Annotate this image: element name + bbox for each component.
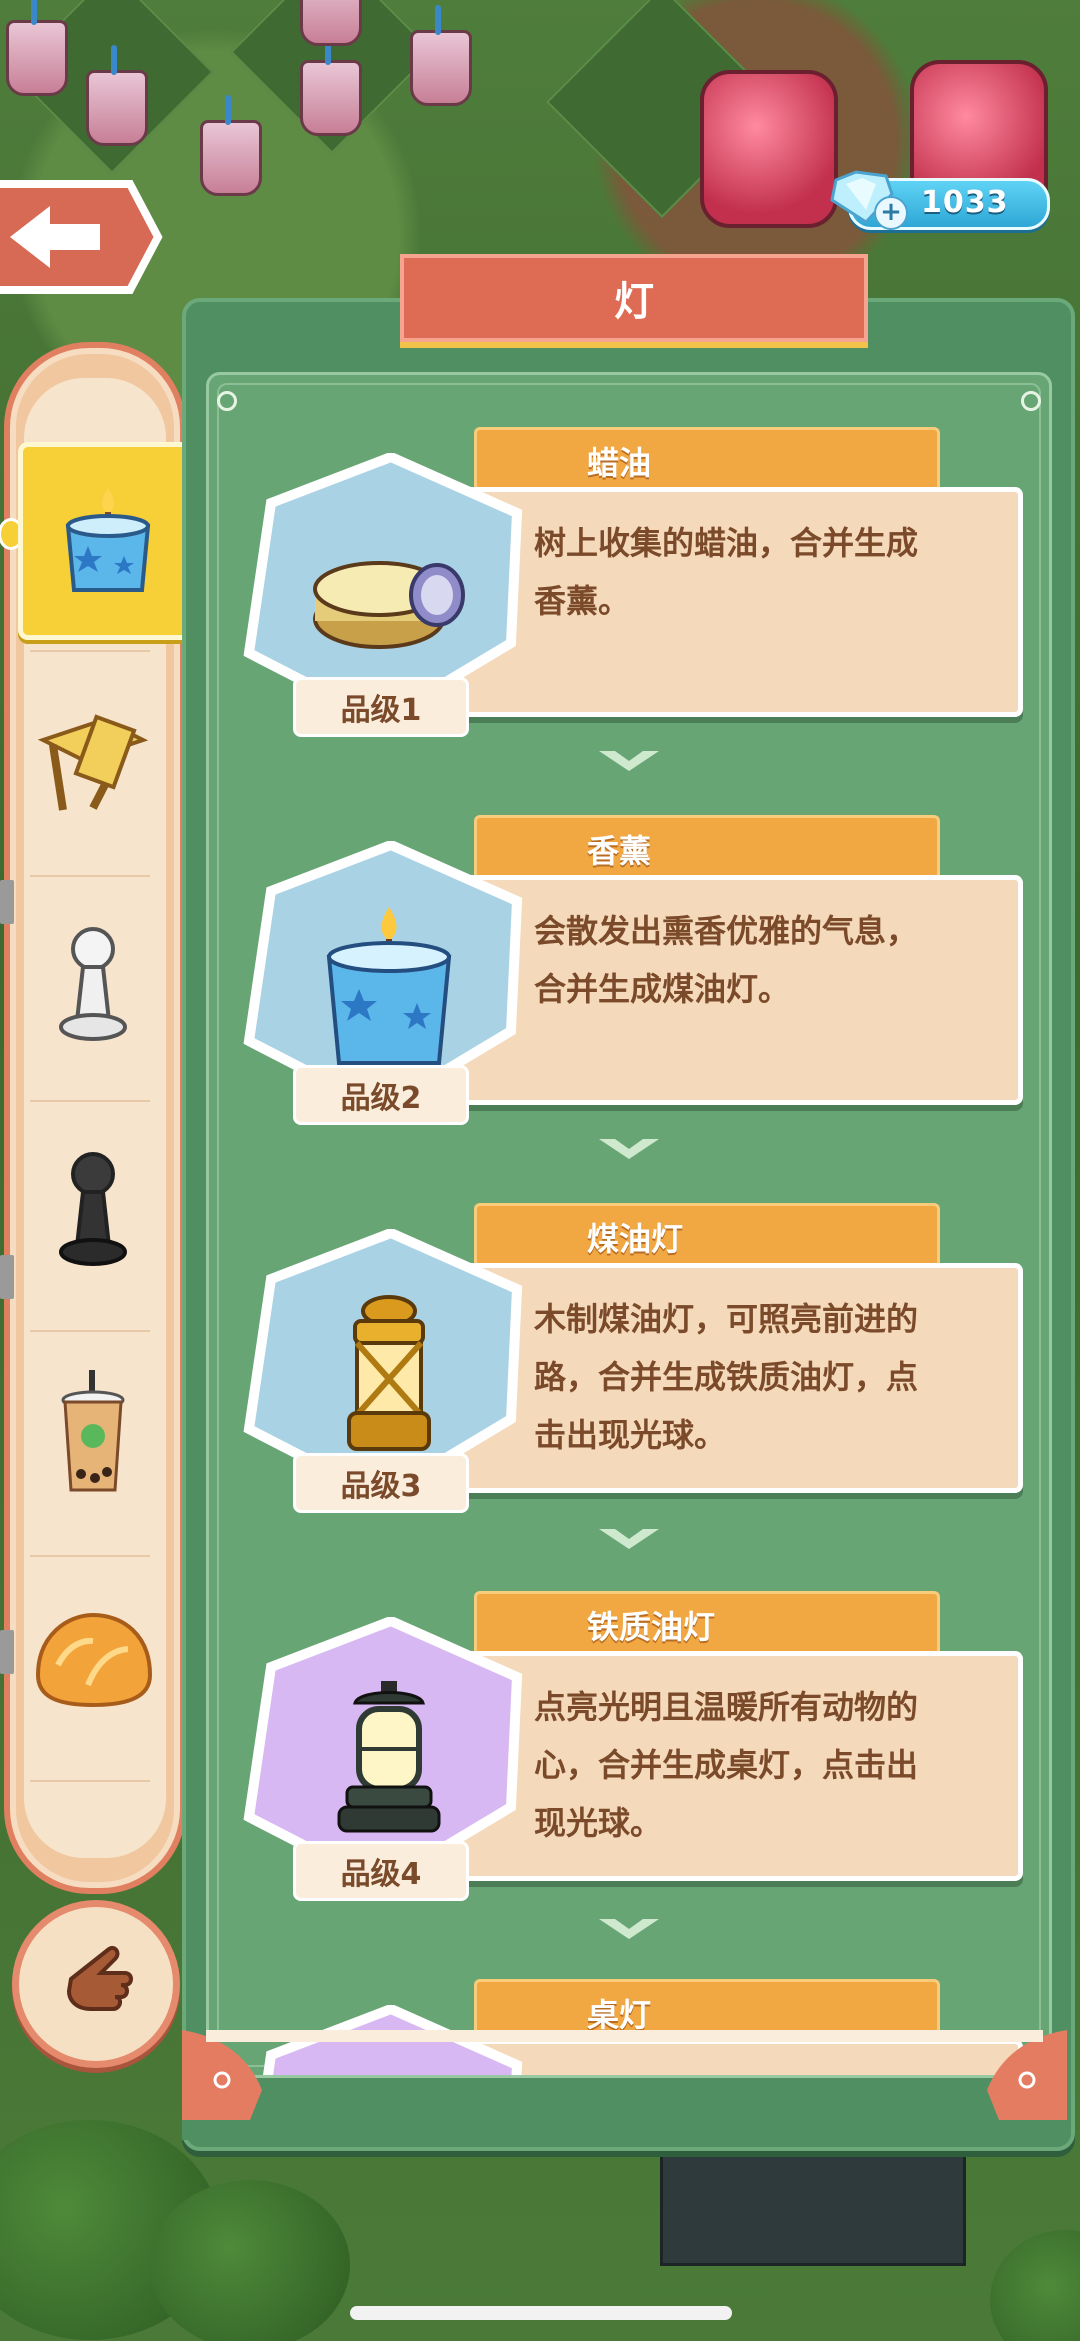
rail-clip	[0, 880, 14, 924]
bush-decoration	[990, 2230, 1080, 2341]
bubble-tea-decoration	[300, 35, 362, 136]
rail-divider	[30, 1780, 150, 1782]
home-indicator[interactable]	[350, 2306, 732, 2320]
bubble-tea-decoration	[300, 0, 362, 46]
rail-item-candle[interactable]	[18, 442, 198, 640]
black-pawn-icon	[59, 1152, 127, 1266]
list-item[interactable]: 蜡油 树上收集的蜡油，合并生成香薰。 品级1	[209, 375, 1049, 760]
hand-button[interactable]	[12, 1900, 180, 2068]
wax-jar-icon	[313, 561, 465, 649]
rail-clip	[0, 1255, 14, 1299]
rail-divider	[30, 650, 150, 652]
panel-title: 灯	[400, 254, 868, 342]
rail-item-black-pawn[interactable]	[18, 1110, 168, 1310]
rail-item-chair[interactable]	[18, 660, 168, 860]
item-name: 蜡油	[587, 444, 652, 482]
item-description: 点亮光明且温暖所有动物的心，合并生成桌灯，点击出现光球。	[534, 1688, 919, 1842]
item-grade: 品级3	[293, 1453, 469, 1513]
bush-decoration	[150, 2180, 350, 2341]
rail-divider	[30, 1100, 150, 1102]
bubble-tea-decoration	[410, 5, 472, 106]
item-description: 会散发出熏香优雅的气息，合并生成煤油灯。	[534, 912, 919, 1008]
list-item[interactable]: 铁质油灯 点亮光明且温暖所有动物的心，合并生成桌灯，点击出现光球。 品级4	[209, 1539, 1049, 1924]
rail-item-white-pawn[interactable]	[18, 885, 168, 1085]
bubble-tea-decoration	[86, 45, 148, 146]
bubble-tea-decoration	[6, 0, 68, 96]
rail-divider	[30, 1555, 150, 1557]
rail-item-bread[interactable]	[18, 1560, 168, 1760]
item-description: 树上收集的蜡油，合并生成香薰。	[534, 524, 919, 620]
item-name: 铁质油灯	[587, 1608, 716, 1646]
rail-divider	[30, 875, 150, 877]
rail-divider	[30, 1330, 150, 1332]
bread-icon	[35, 1612, 153, 1708]
back-button[interactable]	[0, 178, 165, 296]
oil-lamp-icon	[347, 1295, 431, 1451]
bubble-tea-icon	[61, 1370, 125, 1492]
item-grade: 品级2	[293, 1065, 469, 1125]
list-item[interactable]: 香薰 会散发出熏香优雅的气息，合并生成煤油灯。 品级2	[209, 763, 1049, 1148]
candle-icon	[65, 488, 151, 592]
item-grade: 品级1	[293, 677, 469, 737]
aroma-candle-icon	[326, 907, 452, 1065]
item-description: 木制煤油灯，可照亮前进的路，合并生成铁质油灯，点击出现光球。	[534, 1300, 919, 1454]
item-grade: 品级4	[293, 1841, 469, 1901]
add-gems-button[interactable]: +	[874, 196, 908, 230]
panel-bottom-edge	[182, 2030, 1067, 2140]
folding-chair-icon	[37, 714, 149, 811]
gem-count: 1033	[921, 185, 1009, 220]
pointing-hand-icon	[66, 1946, 133, 2011]
item-list[interactable]: 蜡油 树上收集的蜡油，合并生成香薰。 品级1 香薰 会散发出熏香优雅的气息，合并…	[206, 372, 1052, 2078]
stone-block-decoration	[660, 2140, 966, 2266]
item-name: 香薰	[587, 832, 652, 870]
item-name: 煤油灯	[587, 1220, 684, 1258]
iron-lamp-icon	[337, 1681, 441, 1833]
bubble-tea-decoration	[200, 95, 262, 196]
white-pawn-icon	[59, 927, 127, 1041]
rail-clip	[0, 1630, 14, 1674]
jam-jar-decoration	[700, 70, 838, 228]
rail-item-bubble-tea[interactable]	[18, 1335, 168, 1535]
list-item[interactable]: 煤油灯 木制煤油灯，可照亮前进的路，合并生成铁质油灯，点击出现光球。 品级3	[209, 1151, 1049, 1536]
